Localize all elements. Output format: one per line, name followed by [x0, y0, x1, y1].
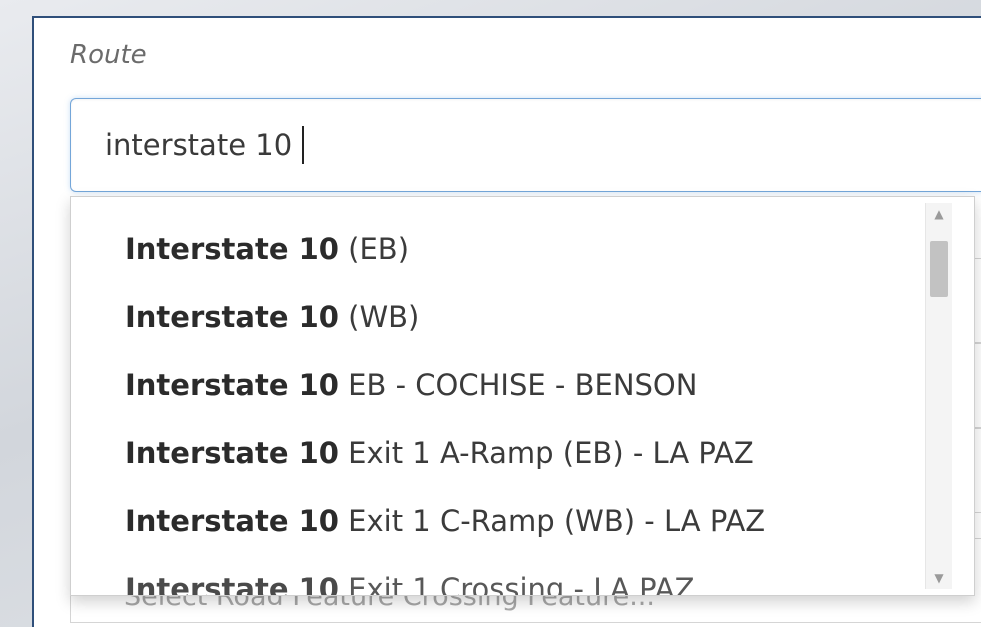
route-input-value: interstate 10	[105, 128, 293, 162]
route-suggestions-dropdown[interactable]: Interstate 10 (EB) Interstate 10 (WB) In…	[70, 196, 975, 596]
suggestion-match: Interstate 10	[125, 368, 339, 402]
suggestion-item[interactable]: Interstate 10 Exit 1 Crossing - LA PAZ	[71, 555, 921, 596]
suggestion-item[interactable]: Interstate 10 Exit 1 C-Ramp (WB) - LA PA…	[71, 487, 921, 555]
suggestion-rest: Exit 1 Crossing - LA PAZ	[338, 572, 695, 596]
suggestion-item[interactable]: Interstate 10 (EB)	[71, 215, 921, 283]
suggestion-item[interactable]: Interstate 10 Exit 1 A-Ramp (EB) - LA PA…	[71, 419, 921, 487]
text-caret	[302, 126, 305, 164]
route-input[interactable]: interstate 10	[70, 98, 981, 192]
suggestion-item[interactable]: Interstate 10 EB - COCHISE - BENSON	[71, 351, 921, 419]
suggestion-item[interactable]: Interstate 10 (WB)	[71, 283, 921, 351]
route-label: Route	[70, 40, 147, 70]
suggestion-rest: Exit 1 C-Ramp (WB) - LA PAZ	[338, 504, 766, 538]
suggestion-rest: (EB)	[338, 232, 410, 266]
suggestion-match: Interstate 10	[125, 572, 339, 596]
dropdown-scrollbar[interactable]: ▲ ▼	[925, 203, 952, 589]
scroll-down-arrow-icon[interactable]: ▼	[926, 567, 952, 589]
suggestion-match: Interstate 10	[125, 504, 339, 538]
suggestion-match: Interstate 10	[125, 300, 339, 334]
suggestion-list: Interstate 10 (EB) Interstate 10 (WB) In…	[71, 215, 921, 596]
suggestion-rest: (WB)	[338, 300, 420, 334]
suggestion-rest: Exit 1 A-Ramp (EB) - LA PAZ	[338, 436, 754, 470]
suggestion-match: Interstate 10	[125, 436, 339, 470]
suggestion-match: Interstate 10	[125, 232, 339, 266]
scroll-up-arrow-icon[interactable]: ▲	[926, 203, 952, 225]
scroll-thumb[interactable]	[930, 241, 948, 297]
suggestion-rest: EB - COCHISE - BENSON	[338, 368, 698, 402]
